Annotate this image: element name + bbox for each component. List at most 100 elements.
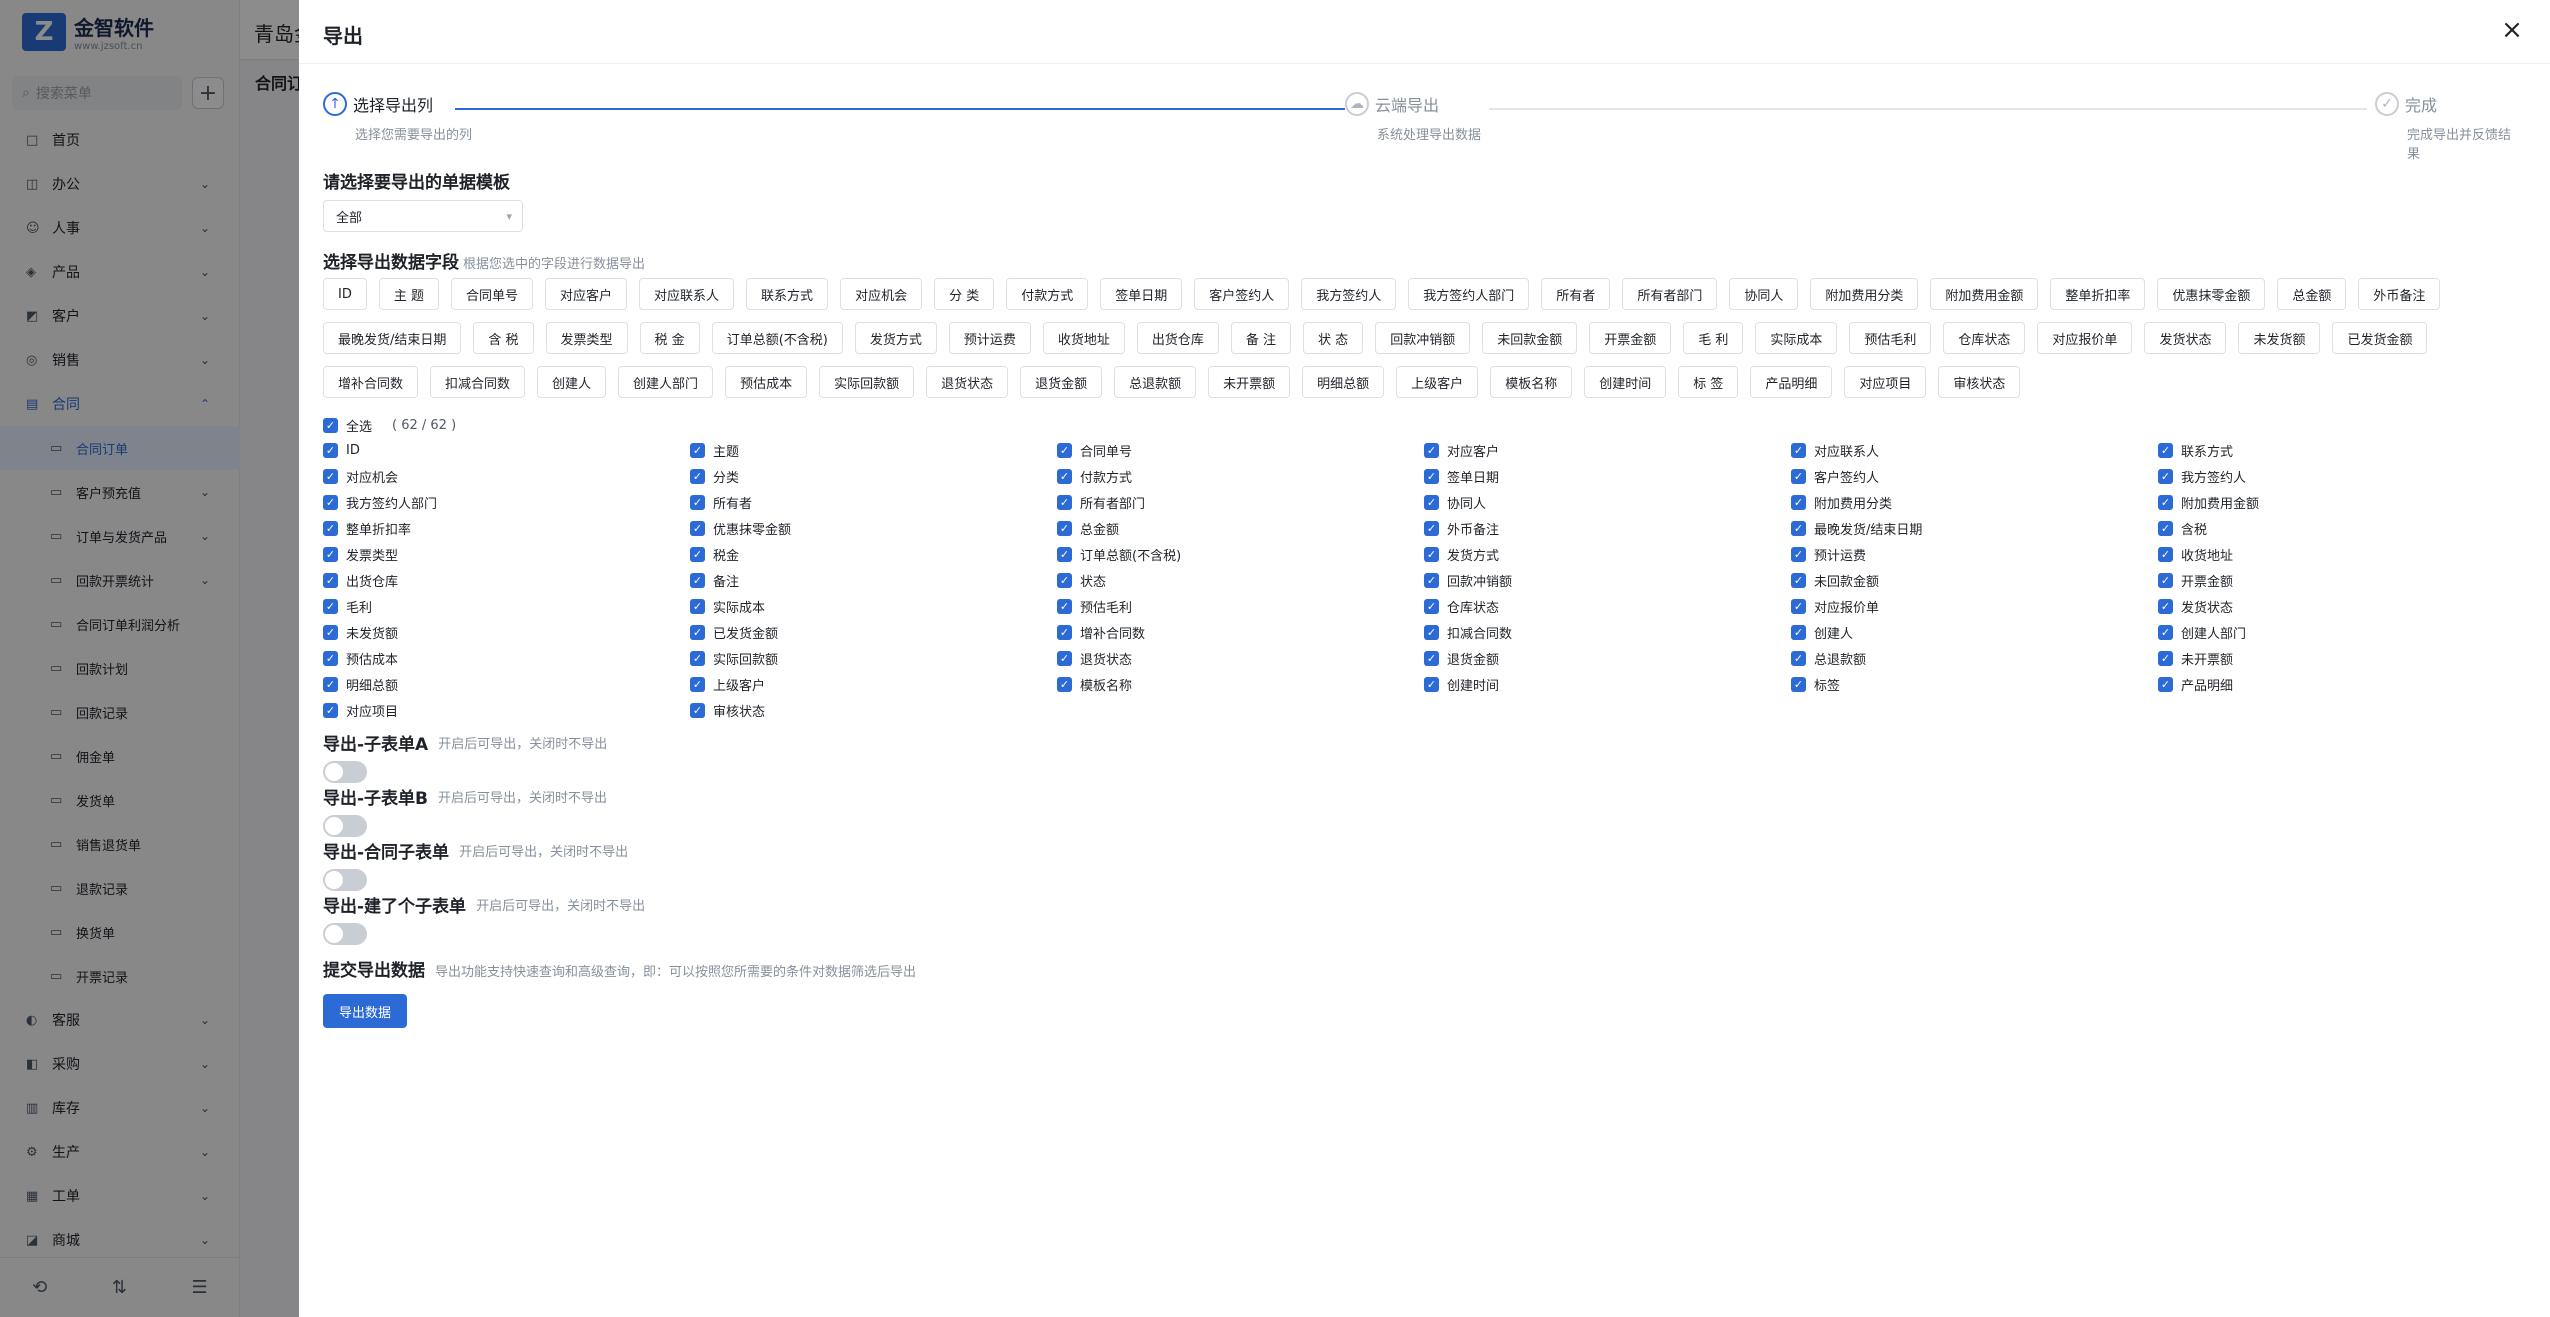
field-tag[interactable]: 税 金 xyxy=(639,322,700,354)
field-tag[interactable]: 所有者部门 xyxy=(1622,278,1718,310)
field-tag[interactable]: 实际回款额 xyxy=(819,366,915,398)
field-tag[interactable]: 分 类 xyxy=(934,278,995,310)
field-tag[interactable]: 附加费用分类 xyxy=(1810,278,1919,310)
field-tag[interactable]: 我方签约人部门 xyxy=(1408,278,1530,310)
field-tag[interactable]: 退货金额 xyxy=(1020,366,1103,398)
field-tag[interactable]: 标 签 xyxy=(1678,366,1739,398)
field-tag[interactable]: 联系方式 xyxy=(746,278,829,310)
field-tag[interactable]: 最晚发货/结束日期 xyxy=(323,322,462,354)
field-tag[interactable]: 未开票额 xyxy=(1208,366,1291,398)
field-tag[interactable]: 所有者 xyxy=(1541,278,1611,310)
field-checkbox[interactable]: ✓ 开票金额 xyxy=(2158,572,2525,590)
field-tag[interactable]: 发货状态 xyxy=(2144,322,2227,354)
field-checkbox[interactable]: ✓ 分类 xyxy=(690,468,1057,486)
field-tag[interactable]: 退货状态 xyxy=(926,366,1009,398)
field-checkbox[interactable]: ✓ 未发货额 xyxy=(323,624,690,642)
field-checkbox[interactable]: ✓ 优惠抹零金额 xyxy=(690,520,1057,538)
field-checkbox[interactable]: ✓ 模板名称 xyxy=(1057,676,1424,694)
field-checkbox[interactable]: ✓ 对应机会 xyxy=(323,468,690,486)
field-checkbox[interactable]: ✓ 外币备注 xyxy=(1424,520,1791,538)
field-checkbox[interactable]: ✓ 创建人部门 xyxy=(2158,624,2525,642)
field-checkbox[interactable]: ✓ 退货状态 xyxy=(1057,650,1424,668)
field-tag[interactable]: 总退款额 xyxy=(1114,366,1197,398)
field-tag[interactable]: 开票金额 xyxy=(1589,322,1672,354)
field-tag[interactable]: 含 税 xyxy=(473,322,534,354)
field-checkbox[interactable]: ✓ 预估成本 xyxy=(323,650,690,668)
field-checkbox[interactable]: ✓ ID xyxy=(323,442,690,458)
field-tag[interactable]: 出货仓库 xyxy=(1136,322,1219,354)
field-checkbox[interactable]: ✓ 毛利 xyxy=(323,598,690,616)
field-checkbox[interactable]: ✓ 整单折扣率 xyxy=(323,520,690,538)
field-checkbox[interactable]: ✓ 订单总额(不含税) xyxy=(1057,546,1424,564)
field-checkbox[interactable]: ✓ 上级客户 xyxy=(690,676,1057,694)
field-checkbox[interactable]: ✓ 协同人 xyxy=(1424,494,1791,512)
select-all-checkbox[interactable]: ✓ 全选 ( 62 / 62 ) xyxy=(323,416,456,435)
field-tag[interactable]: 发货方式 xyxy=(854,322,937,354)
field-checkbox[interactable]: ✓ 总金额 xyxy=(1057,520,1424,538)
field-checkbox[interactable]: ✓ 合同单号 xyxy=(1057,442,1424,460)
field-tag[interactable]: 增补合同数 xyxy=(323,366,419,398)
field-checkbox[interactable]: ✓ 已发货金额 xyxy=(690,624,1057,642)
field-tag[interactable]: 审核状态 xyxy=(1938,366,2021,398)
field-checkbox[interactable]: ✓ 发票类型 xyxy=(323,546,690,564)
field-tag[interactable]: 对应项目 xyxy=(1844,366,1927,398)
field-checkbox[interactable]: ✓ 最晚发货/结束日期 xyxy=(1791,520,2158,538)
field-tag[interactable]: 我方签约人 xyxy=(1301,278,1397,310)
field-tag[interactable]: 扣减合同数 xyxy=(430,366,526,398)
field-checkbox[interactable]: ✓ 预计运费 xyxy=(1791,546,2158,564)
field-checkbox[interactable]: ✓ 主题 xyxy=(690,442,1057,460)
field-tag[interactable]: 客户签约人 xyxy=(1194,278,1290,310)
field-tag[interactable]: 对应客户 xyxy=(545,278,628,310)
field-checkbox[interactable]: ✓ 产品明细 xyxy=(2158,676,2525,694)
field-tag[interactable]: 已发货金额 xyxy=(2332,322,2428,354)
export-data-button[interactable]: 导出数据 xyxy=(323,994,408,1028)
field-tag[interactable]: 对应机会 xyxy=(840,278,923,310)
field-checkbox[interactable]: ✓ 增补合同数 xyxy=(1057,624,1424,642)
field-tag[interactable]: ID xyxy=(323,278,367,310)
field-tag[interactable]: 付款方式 xyxy=(1006,278,1089,310)
field-tag[interactable]: 附加费用金额 xyxy=(1930,278,2039,310)
field-checkbox[interactable]: ✓ 备注 xyxy=(690,572,1057,590)
field-checkbox[interactable]: ✓ 联系方式 xyxy=(2158,442,2525,460)
field-tag[interactable]: 模板名称 xyxy=(1490,366,1573,398)
field-tag[interactable]: 产品明细 xyxy=(1750,366,1833,398)
field-tag[interactable]: 合同单号 xyxy=(451,278,534,310)
field-tag[interactable]: 协同人 xyxy=(1729,278,1799,310)
field-tag[interactable]: 创建时间 xyxy=(1584,366,1667,398)
field-checkbox[interactable]: ✓ 实际成本 xyxy=(690,598,1057,616)
field-tag[interactable]: 创建人部门 xyxy=(618,366,714,398)
field-checkbox[interactable]: ✓ 明细总额 xyxy=(323,676,690,694)
field-checkbox[interactable]: ✓ 未开票额 xyxy=(2158,650,2525,668)
field-checkbox[interactable]: ✓ 所有者 xyxy=(690,494,1057,512)
field-checkbox[interactable]: ✓ 仓库状态 xyxy=(1424,598,1791,616)
field-checkbox[interactable]: ✓ 我方签约人 xyxy=(2158,468,2525,486)
field-checkbox[interactable]: ✓ 实际回款额 xyxy=(690,650,1057,668)
field-tag[interactable]: 对应联系人 xyxy=(639,278,735,310)
field-tag[interactable]: 外币备注 xyxy=(2358,278,2441,310)
field-checkbox[interactable]: ✓ 含税 xyxy=(2158,520,2525,538)
field-tag[interactable]: 优惠抹零金额 xyxy=(2157,278,2266,310)
subform-export-switch[interactable] xyxy=(323,815,367,837)
field-checkbox[interactable]: ✓ 对应项目 xyxy=(323,702,690,720)
field-checkbox[interactable]: ✓ 对应联系人 xyxy=(1791,442,2158,460)
field-tag[interactable]: 签单日期 xyxy=(1100,278,1183,310)
field-checkbox[interactable]: ✓ 附加费用分类 xyxy=(1791,494,2158,512)
field-checkbox[interactable]: ✓ 出货仓库 xyxy=(323,572,690,590)
field-tag[interactable]: 发票类型 xyxy=(545,322,628,354)
field-checkbox[interactable]: ✓ 扣减合同数 xyxy=(1424,624,1791,642)
field-checkbox[interactable]: ✓ 收货地址 xyxy=(2158,546,2525,564)
field-checkbox[interactable]: ✓ 审核状态 xyxy=(690,702,1057,720)
field-checkbox[interactable]: ✓ 发货方式 xyxy=(1424,546,1791,564)
subform-export-switch[interactable] xyxy=(323,869,367,891)
field-checkbox[interactable]: ✓ 创建时间 xyxy=(1424,676,1791,694)
subform-export-switch[interactable] xyxy=(323,761,367,783)
field-tag[interactable]: 主 题 xyxy=(378,278,439,310)
field-tag[interactable]: 整单折扣率 xyxy=(2050,278,2146,310)
field-tag[interactable]: 毛 利 xyxy=(1683,322,1744,354)
field-checkbox[interactable]: ✓ 税金 xyxy=(690,546,1057,564)
field-checkbox[interactable]: ✓ 创建人 xyxy=(1791,624,2158,642)
field-checkbox[interactable]: ✓ 回款冲销额 xyxy=(1424,572,1791,590)
field-checkbox[interactable]: ✓ 对应客户 xyxy=(1424,442,1791,460)
subform-export-switch[interactable] xyxy=(323,923,367,945)
field-tag[interactable]: 未回款金额 xyxy=(1482,322,1578,354)
